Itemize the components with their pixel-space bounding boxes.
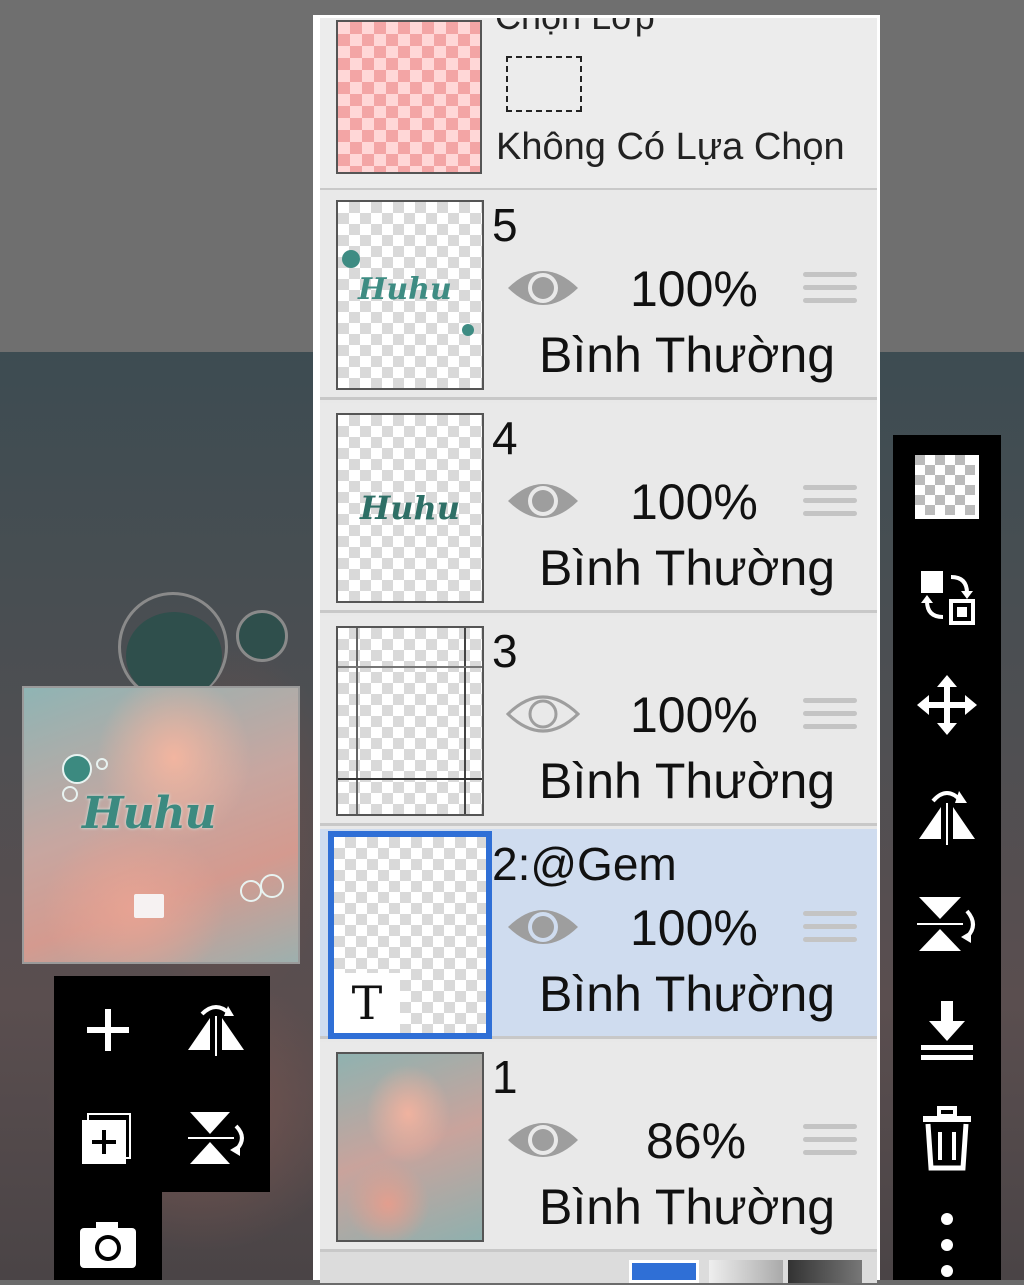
layer-thumbnail[interactable] bbox=[336, 626, 484, 816]
bubble-decoration bbox=[260, 874, 284, 898]
flip-horizontal-icon[interactable] bbox=[907, 775, 987, 855]
layer-blend-mode[interactable]: Bình Thường bbox=[539, 965, 835, 1023]
layer-thumbnail[interactable]: Huhu bbox=[336, 200, 484, 390]
right-toolbar bbox=[893, 435, 1001, 1280]
bubble-decoration bbox=[62, 786, 78, 802]
flip-horizontal-icon[interactable] bbox=[176, 990, 256, 1070]
flip-vertical-icon[interactable] bbox=[907, 883, 987, 963]
layer-blend-mode[interactable]: Bình Thường bbox=[539, 752, 835, 810]
bubble-decoration bbox=[62, 754, 92, 784]
left-toolbar bbox=[54, 976, 270, 1192]
guide-line bbox=[464, 628, 466, 814]
flip-vertical-icon[interactable] bbox=[176, 1098, 256, 1178]
layer-opacity[interactable]: 100% bbox=[630, 899, 758, 957]
layer-blend-mode[interactable]: Bình Thường bbox=[539, 1178, 835, 1236]
merge-down-icon[interactable] bbox=[907, 991, 987, 1071]
selection-layer-title: Chọn Lớp bbox=[495, 18, 655, 38]
visibility-eye-icon[interactable] bbox=[506, 262, 580, 314]
canvas-preview[interactable]: Huhu bbox=[22, 686, 300, 964]
bubble-decoration bbox=[96, 758, 108, 770]
layer-name[interactable]: 2:@Gem bbox=[492, 837, 677, 891]
layer-thumbnail[interactable] bbox=[336, 1052, 484, 1242]
layer-row-selected[interactable]: T 2:@Gem 100% Bình Thường bbox=[320, 829, 877, 1039]
move-icon[interactable] bbox=[907, 665, 987, 745]
visibility-eye-icon[interactable] bbox=[506, 1114, 580, 1166]
selection-layer-row[interactable]: Chọn Lớp Không Có Lựa Chọn bbox=[320, 18, 877, 190]
drag-handle-icon[interactable] bbox=[803, 485, 857, 525]
guide-line bbox=[338, 666, 482, 668]
drag-handle-icon[interactable] bbox=[803, 272, 857, 312]
drag-handle-icon[interactable] bbox=[803, 698, 857, 738]
layer-row[interactable]: Huhu 4 100% Bình Thường bbox=[320, 403, 877, 613]
layer-opacity[interactable]: 100% bbox=[630, 686, 758, 744]
transparency-icon[interactable] bbox=[907, 447, 987, 527]
layer-name[interactable]: 5 bbox=[492, 198, 518, 252]
visibility-eye-off-icon[interactable] bbox=[506, 688, 580, 740]
bubble-decoration bbox=[462, 324, 474, 336]
left-toolbar-bottom bbox=[54, 1192, 162, 1280]
layer-panel-footer bbox=[320, 1252, 877, 1283]
layer-name[interactable]: 4 bbox=[492, 411, 518, 465]
watermark-text-block bbox=[134, 894, 164, 918]
layer-art-lettering: Huhu bbox=[358, 272, 452, 307]
layer-panel: Chọn Lớp Không Có Lựa Chọn Huhu 5 100% B… bbox=[313, 15, 880, 1283]
layer-thumbnail[interactable]: Huhu bbox=[336, 413, 484, 603]
selection-layer-thumbnail bbox=[336, 20, 482, 174]
layer-opacity[interactable]: 100% bbox=[630, 260, 758, 318]
text-layer-icon: T bbox=[334, 973, 400, 1033]
layer-list: Chọn Lớp Không Có Lựa Chọn Huhu 5 100% B… bbox=[320, 18, 877, 1283]
visibility-eye-icon[interactable] bbox=[506, 901, 580, 953]
bubble-decoration bbox=[240, 880, 262, 902]
bubble-decoration bbox=[342, 250, 360, 268]
guide-line bbox=[338, 778, 482, 780]
layer-opacity[interactable]: 86% bbox=[646, 1112, 746, 1170]
layer-row[interactable]: 1 86% Bình Thường bbox=[320, 1042, 877, 1252]
trash-icon[interactable] bbox=[907, 1099, 987, 1179]
layer-name[interactable]: 3 bbox=[492, 624, 518, 678]
add-layer-icon[interactable] bbox=[68, 990, 148, 1070]
layer-row[interactable]: Huhu 5 100% Bình Thường bbox=[320, 190, 877, 400]
layer-thumbnail[interactable]: T bbox=[328, 831, 492, 1039]
swap-layers-icon[interactable] bbox=[907, 557, 987, 637]
layer-opacity[interactable]: 100% bbox=[630, 473, 758, 531]
artwork-lettering: Huhu bbox=[82, 788, 217, 839]
layer-row[interactable]: 3 100% Bình Thường bbox=[320, 616, 877, 826]
more-icon[interactable] bbox=[907, 1205, 987, 1285]
camera-icon[interactable] bbox=[68, 1204, 148, 1284]
decor-circle-small bbox=[236, 610, 288, 662]
layer-blend-mode[interactable]: Bình Thường bbox=[539, 326, 835, 384]
visibility-eye-icon[interactable] bbox=[506, 475, 580, 527]
guide-line bbox=[356, 628, 358, 814]
add-copy-icon[interactable] bbox=[68, 1098, 148, 1178]
selection-status: Không Có Lựa Chọn bbox=[496, 126, 845, 168]
layer-blend-mode[interactable]: Bình Thường bbox=[539, 539, 835, 597]
drag-handle-icon[interactable] bbox=[803, 1124, 857, 1164]
layer-art-lettering: Huhu bbox=[360, 489, 461, 527]
selection-marquee-icon bbox=[506, 56, 582, 112]
drag-handle-icon[interactable] bbox=[803, 911, 857, 951]
layer-name[interactable]: 1 bbox=[492, 1050, 518, 1104]
